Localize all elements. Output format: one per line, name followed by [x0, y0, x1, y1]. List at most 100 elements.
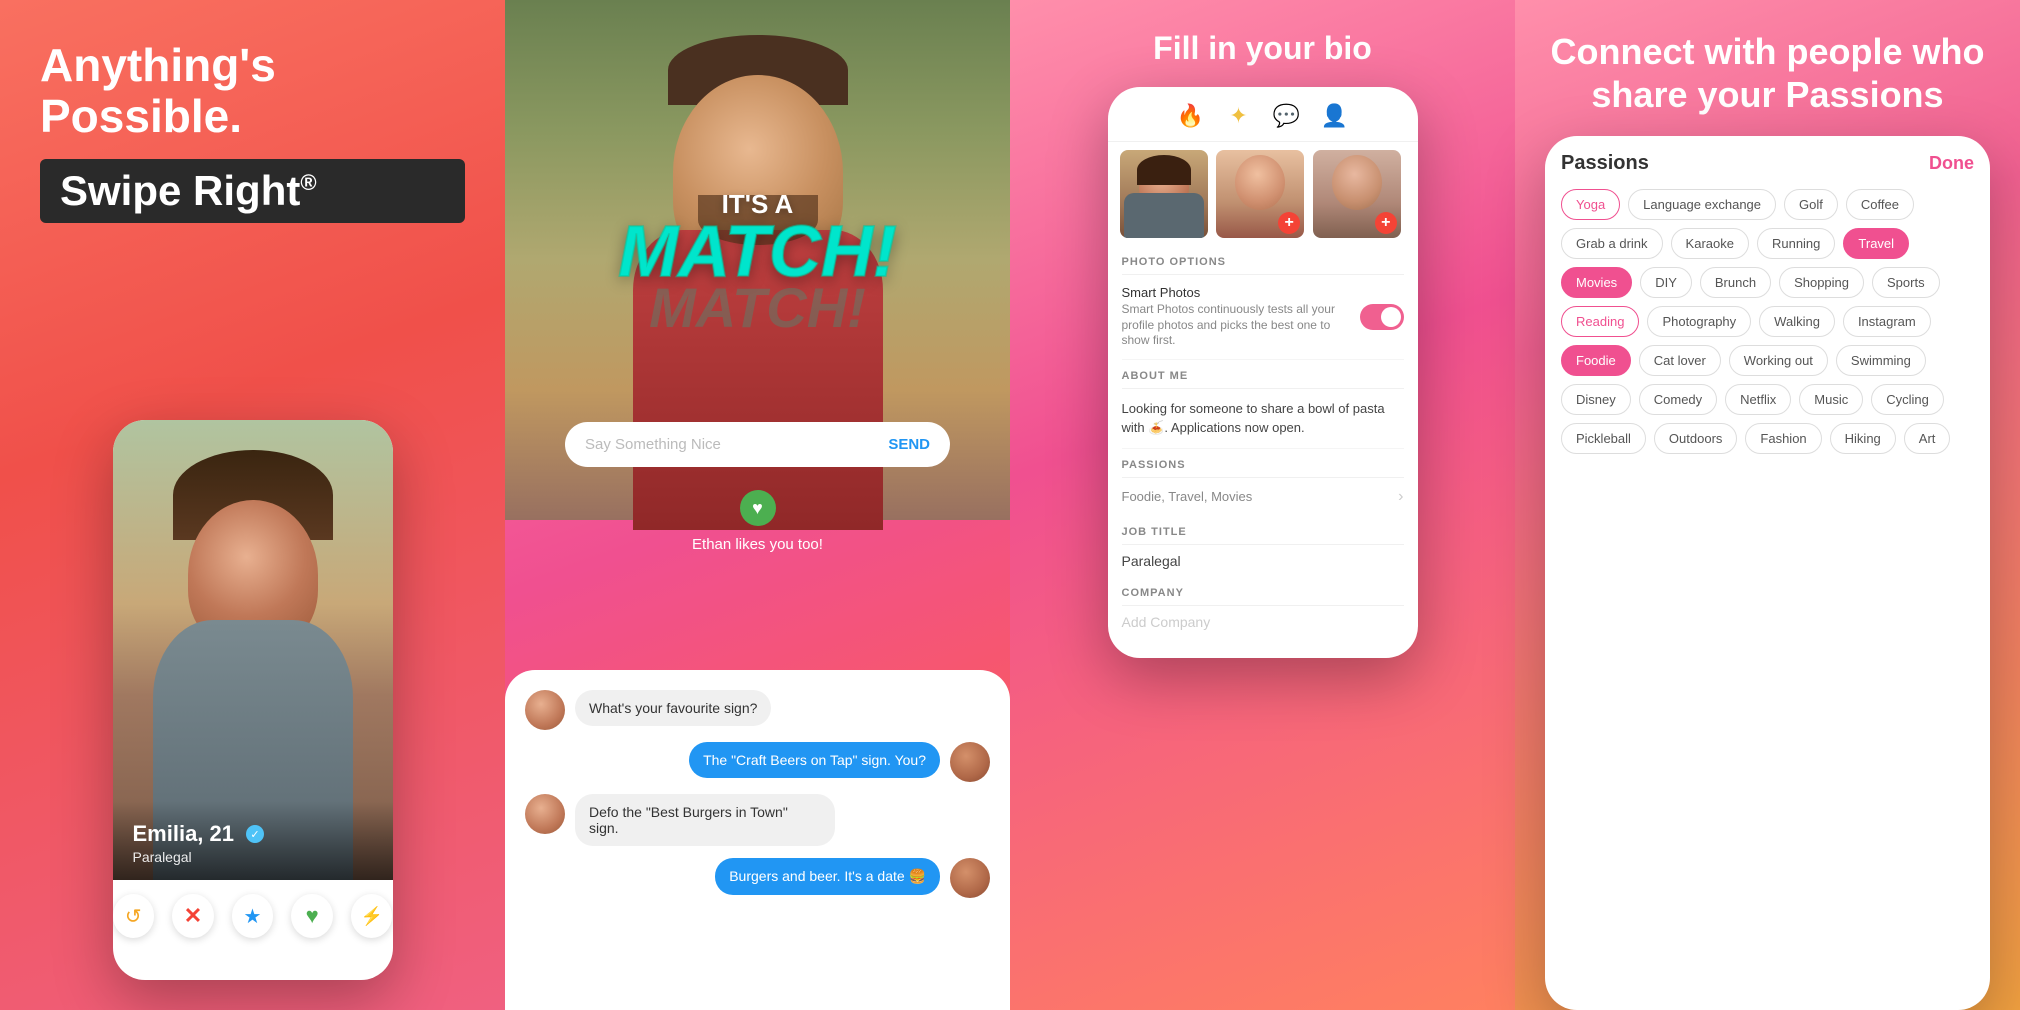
company-input[interactable]: Add Company	[1122, 606, 1404, 638]
headline-line2: Possible.	[40, 90, 242, 142]
passion-tag[interactable]: DIY	[1640, 267, 1692, 298]
photo-thumb-2[interactable]: +	[1216, 150, 1304, 238]
card-actions: ↺ ✕ ★ ♥ ⚡	[113, 880, 393, 948]
say-something-box[interactable]: Say Something Nice SEND	[565, 422, 950, 467]
passion-tag[interactable]: Foodie	[1561, 345, 1631, 376]
passions-row[interactable]: Foodie, Travel, Movies ›	[1122, 478, 1404, 516]
match-overlay: IT'S A MATCH! MATCH!	[505, 189, 1010, 340]
chat-bubble-1: What's your favourite sign?	[575, 690, 771, 726]
passion-tag[interactable]: Fashion	[1745, 423, 1821, 454]
say-something-input[interactable]: Say Something Nice	[585, 436, 721, 453]
passion-tag[interactable]: Language exchange	[1628, 189, 1776, 220]
passion-tag[interactable]: Reading	[1561, 306, 1639, 337]
top-nav-bar: 🔥 ✦ 💬 👤	[1108, 87, 1418, 142]
profile-photo-area: Emilia, 21 Paralegal	[113, 420, 393, 880]
bio-section: PHOTO OPTIONS Smart Photos Smart Photos …	[1108, 246, 1418, 638]
chat-icon[interactable]: 💬	[1272, 101, 1302, 131]
passion-tag[interactable]: Cat lover	[1639, 345, 1721, 376]
card-info: Emilia, 21 Paralegal	[113, 801, 393, 880]
passion-tag[interactable]: Walking	[1759, 306, 1835, 337]
passion-tag[interactable]: Instagram	[1843, 306, 1931, 337]
passions-modal-header: Passions Done	[1561, 152, 1974, 175]
profile-job: Paralegal	[133, 849, 373, 865]
nope-button[interactable]: ✕	[172, 894, 214, 938]
passion-tag[interactable]: Music	[1799, 384, 1863, 415]
passion-tag[interactable]: Running	[1757, 228, 1835, 259]
about-me-text: Looking for someone to share a bowl of p…	[1122, 389, 1404, 449]
passion-tag[interactable]: Yoga	[1561, 189, 1620, 220]
chat-message-1: What's your favourite sign?	[525, 690, 990, 730]
swipe-right-text: Swipe Right®	[60, 167, 317, 214]
chat-bubble-2: The "Craft Beers on Tap" sign. You?	[689, 742, 940, 778]
passion-tag[interactable]: Golf	[1784, 189, 1838, 220]
like-button[interactable]: ♥	[291, 894, 333, 938]
passion-tag[interactable]: Travel	[1843, 228, 1909, 259]
super-like-button[interactable]: ★	[232, 894, 274, 938]
match-subtitle: Ethan likes you too!	[692, 536, 823, 553]
phone-mockup-3: 🔥 ✦ 💬 👤 + + PHOTO OPTIONS	[1108, 87, 1418, 658]
passions-header: PASSIONS	[1122, 449, 1404, 478]
photo-thumb-3[interactable]: +	[1313, 150, 1401, 238]
photo-thumb-1[interactable]	[1120, 150, 1208, 238]
chat-bubble-4: Burgers and beer. It's a date 🍔	[715, 858, 940, 895]
chevron-icon: ›	[1398, 488, 1403, 506]
flame-icon[interactable]: 🔥	[1176, 101, 1206, 131]
phone-mockup-4: Passions Done Yoga Language exchange Golf C…	[1545, 136, 1990, 1010]
passion-tag[interactable]: Sports	[1872, 267, 1940, 298]
passion-tag[interactable]: Pickleball	[1561, 423, 1646, 454]
passion-tag[interactable]: Swimming	[1836, 345, 1926, 376]
chat-section: What's your favourite sign? The "Craft B…	[505, 670, 1010, 1010]
send-button[interactable]: SEND	[888, 436, 930, 453]
chat-bubble-3: Defo the "Best Burgers in Town" sign.	[575, 794, 835, 846]
tags-container: Yoga Language exchange Golf Coffee Grab a dr…	[1561, 189, 1974, 454]
job-title-value[interactable]: Paralegal	[1122, 545, 1404, 577]
passion-tag[interactable]: Comedy	[1639, 384, 1717, 415]
smart-photos-desc: Smart Photos continuously tests all your…	[1122, 302, 1360, 349]
passions-headline: Connect with people who share your Passi…	[1545, 30, 1990, 116]
verified-badge	[246, 825, 264, 843]
chat-avatar-1	[525, 690, 565, 730]
passions-title: Passions	[1561, 152, 1649, 175]
chat-message-3: Defo the "Best Burgers in Town" sign.	[525, 794, 990, 846]
panel-swipe-right: Anything's Possible. Swipe Right® Emilia…	[0, 0, 505, 1010]
passion-tag[interactable]: Netflix	[1725, 384, 1791, 415]
smart-photos-label: Smart Photos	[1122, 285, 1360, 300]
passion-tag[interactable]: Karaoke	[1671, 228, 1749, 259]
panel-passions: Connect with people who share your Passi…	[1515, 0, 2020, 1010]
profile-name: Emilia, 21	[133, 821, 235, 847]
add-photo-button-2[interactable]: +	[1278, 212, 1300, 234]
chat-message-4: Burgers and beer. It's a date 🍔	[525, 858, 990, 898]
passion-tag[interactable]: Photography	[1647, 306, 1751, 337]
add-photo-button-3[interactable]: +	[1375, 212, 1397, 234]
passion-tag[interactable]: Movies	[1561, 267, 1632, 298]
phone-mockup-1: Emilia, 21 Paralegal ↺ ✕ ★ ♥ ⚡	[113, 420, 393, 980]
done-button[interactable]: Done	[1929, 153, 1974, 174]
chat-avatar-3	[525, 794, 565, 834]
about-me-header: ABOUT ME	[1122, 360, 1404, 389]
company-header: COMPANY	[1122, 577, 1404, 606]
chat-avatar-2	[950, 742, 990, 782]
passion-tag[interactable]: Grab a drink	[1561, 228, 1663, 259]
person-icon[interactable]: 👤	[1320, 101, 1350, 131]
star-icon[interactable]: ✦	[1224, 101, 1254, 131]
passions-value: Foodie, Travel, Movies	[1122, 489, 1253, 504]
photo-options-header: PHOTO OPTIONS	[1122, 246, 1404, 275]
passion-tag[interactable]: Disney	[1561, 384, 1631, 415]
passion-tag[interactable]: Shopping	[1779, 267, 1864, 298]
panel-match: IT'S A MATCH! MATCH! ♥ Ethan likes you t…	[505, 0, 1010, 1010]
undo-button[interactable]: ↺	[113, 894, 155, 938]
chat-message-2: The "Craft Beers on Tap" sign. You?	[525, 742, 990, 782]
passion-tag[interactable]: Hiking	[1830, 423, 1896, 454]
boost-button[interactable]: ⚡	[351, 894, 393, 938]
panel-bio: Fill in your bio 🔥 ✦ 💬 👤 + +	[1010, 0, 1515, 1010]
swipe-right-badge: Swipe Right®	[40, 159, 465, 223]
passion-tag[interactable]: Coffee	[1846, 189, 1914, 220]
passion-tag[interactable]: Working out	[1729, 345, 1828, 376]
passion-tag[interactable]: Cycling	[1871, 384, 1944, 415]
passion-tag[interactable]: Art	[1904, 423, 1951, 454]
headline-line1: Anything's	[40, 39, 276, 91]
bio-headline: Fill in your bio	[1153, 30, 1372, 67]
smart-photos-toggle[interactable]	[1360, 304, 1404, 330]
passion-tag[interactable]: Brunch	[1700, 267, 1771, 298]
passion-tag[interactable]: Outdoors	[1654, 423, 1737, 454]
